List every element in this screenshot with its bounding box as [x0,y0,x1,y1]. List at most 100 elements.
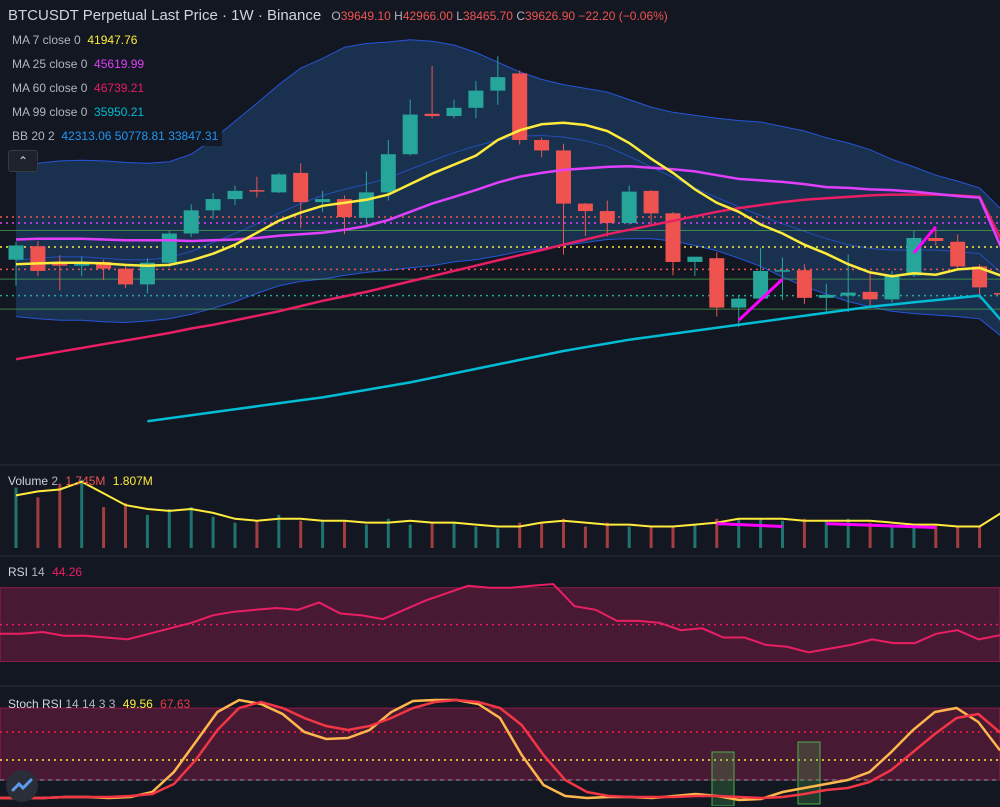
close-value: 39626.90 [525,9,575,23]
candle-body [950,242,965,267]
tradingview-logo-icon[interactable] [6,770,38,802]
rsi-pane [0,556,1000,662]
volume-bar [628,527,631,548]
candle-body [863,292,878,299]
volume-bar [781,521,784,548]
candle-body [447,108,462,116]
candle-body [885,275,900,299]
collapse-legend-button[interactable]: ⌃ [8,150,38,172]
candle-body [841,293,856,296]
volume-bar [606,523,609,548]
candle-body [162,234,177,263]
volume-bar [190,507,193,548]
bb-basis-value: 42313.06 [61,129,111,143]
candle-body [906,238,921,275]
candle-body [797,270,812,298]
volume-bar [255,521,258,548]
chevron-up-icon: ⌃ [18,154,28,168]
volume-bar [891,525,894,548]
change-value: −22.20 (−0.06%) [578,9,667,23]
volume-bar [562,519,565,548]
candle-body [687,257,702,262]
rsi-legend[interactable]: RSI 14 44.26 [8,565,82,579]
volume-bar [956,527,959,548]
candle-body [228,191,243,199]
ma99-line [147,296,1000,422]
volume-bar [365,525,368,548]
volume-bar [168,509,171,548]
symbol-name[interactable]: BTCUSDT Perpetual Last Price [8,7,218,24]
volume-bar [234,523,237,548]
open-value: 39649.10 [341,9,391,23]
volume-bar [299,521,302,548]
volume-bar [102,507,105,548]
legend-bb[interactable]: BB 20 2 42313.06 50778.81 33847.31 [8,126,222,146]
candle-body [731,299,746,308]
candle-body [9,245,24,259]
volume-bar [803,519,806,548]
candle-body [928,238,943,241]
ma60-value: 46739.21 [94,81,144,95]
volume-bar [343,521,346,548]
volume-bar [978,527,981,548]
rsi-value: 44.26 [52,565,82,579]
volume-ma-value: 1.807M [113,474,153,488]
candle-body [578,204,593,211]
volume-bar [58,484,61,548]
exchange: Binance [267,7,321,24]
legend-ma99[interactable]: MA 99 close 0 35950.21 [8,102,148,122]
volume-bar [212,517,215,548]
volume-bar [453,523,456,548]
volume-bar [584,527,587,548]
ma99-value: 35950.21 [94,105,144,119]
bb-lower-value: 33847.31 [168,129,218,143]
legend-ma7[interactable]: MA 7 close 0 41947.76 [8,30,141,50]
candle-body [381,154,396,192]
stoch-legend[interactable]: Stoch RSI 14 14 3 3 49.56 67.63 [8,697,190,711]
chart-canvas[interactable] [0,0,1000,806]
legend-ma25[interactable]: MA 25 close 0 45619.99 [8,54,148,74]
high-value: 42966.00 [403,9,453,23]
candle-body [468,91,483,108]
candle-body [556,150,571,203]
candle-body [315,199,330,202]
volume-ma-line [16,482,1000,527]
interval[interactable]: 1W [231,7,254,24]
volume-bar [431,523,434,548]
volume-bar [496,529,499,549]
volume-legend[interactable]: Volume 2 1.745M 1.807M [8,474,153,488]
volume-bar [409,525,412,548]
candle-body [775,270,790,272]
low-value: 38465.70 [463,9,513,23]
candle-body [249,190,264,192]
divergence-line [717,524,783,527]
chart-title[interactable]: BTCUSDT Perpetual Last Price · 1W · Bina… [8,7,668,24]
candle-body [600,211,615,223]
candle-body [425,114,440,116]
candle-body [359,192,374,217]
stoch-k-value: 49.56 [123,697,153,711]
bb-upper-value: 50778.81 [115,129,165,143]
candle-body [490,77,505,90]
volume-bar [36,497,39,548]
candle-body [644,191,659,213]
candle-body [271,174,286,192]
ma25-value: 45619.99 [94,57,144,71]
candle-body [206,199,221,210]
ma7-value: 41947.76 [87,33,137,47]
candle-body [293,173,308,202]
candle-body [819,295,834,298]
volume-bar [321,521,324,548]
legend-ma60[interactable]: MA 60 close 0 46739.21 [8,78,148,98]
volume-value: 1.745M [65,474,105,488]
candle-body [709,258,724,307]
candle-body [184,210,199,233]
volume-bar [759,519,762,548]
volume-bar [80,480,83,548]
candle-body [534,140,549,150]
volume-bar [146,515,149,548]
stoch-d-value: 67.63 [160,697,190,711]
ohlc-readout: O39649.10 H42966.00 L38465.70 C39626.90 … [331,9,667,23]
volume-bar [474,527,477,548]
candle-body [994,293,1000,295]
